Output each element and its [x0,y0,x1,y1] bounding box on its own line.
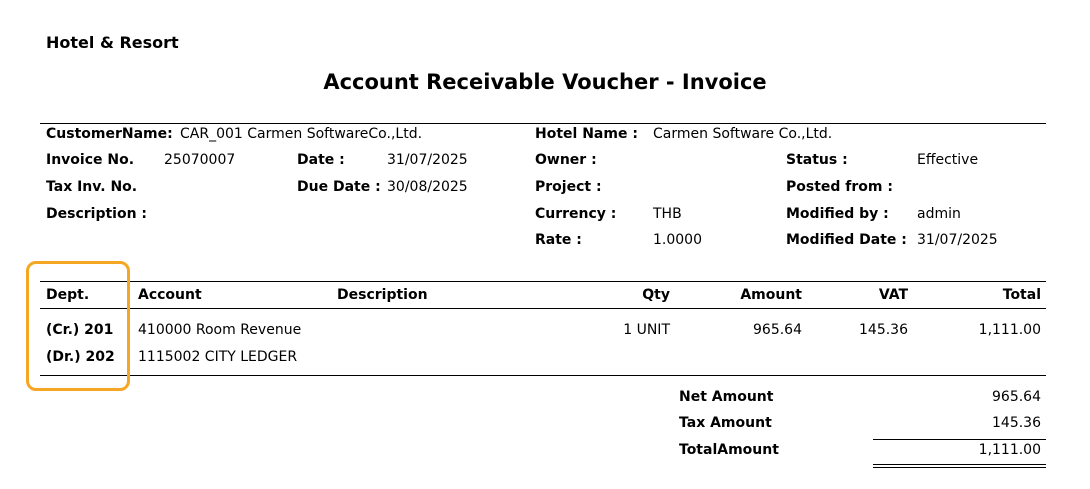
hotel-name-label: Hotel Name : [535,126,638,142]
due-date-value: 30/08/2025 [387,179,468,195]
status-label: Status : [786,152,848,168]
total-amount-value: 1,111.00 [978,442,1041,458]
total-top-rule [873,439,1046,440]
col-total-header: Total [1002,287,1041,303]
modified-by-label: Modified by : [786,206,889,222]
tax-amount-label: Tax Amount [679,415,772,431]
invoice-no-value: 25070007 [164,152,236,168]
customer-name-value: CAR_001 Carmen SoftwareCo.,Ltd. [180,126,423,142]
total-amount-label: TotalAmount [679,442,779,458]
modified-date-label: Modified Date : [786,232,907,248]
row-vat: 145.36 [859,322,908,338]
status-value: Effective [917,152,979,168]
dept-highlight-box [26,261,130,391]
invoice-no-label: Invoice No. [46,152,135,168]
date-value: 31/07/2025 [387,152,468,168]
col-description-header: Description [337,287,428,303]
owner-label: Owner : [535,152,597,168]
table-top-rule [40,281,1046,282]
posted-from-label: Posted from : [786,179,893,195]
modified-date-value: 31/07/2025 [917,232,998,248]
due-date-label: Due Date : [297,179,381,195]
row-amount: 965.64 [753,322,802,338]
row-total: 1,111.00 [978,322,1041,338]
rate-label: Rate : [535,232,582,248]
tax-amount-value: 145.36 [992,415,1041,431]
currency-label: Currency : [535,206,617,222]
total-double-rule-1 [873,464,1046,465]
total-double-rule-2 [873,467,1046,468]
date-label: Date : [297,152,345,168]
rate-value: 1.0000 [653,232,702,248]
description-label: Description : [46,206,148,222]
col-amount-header: Amount [740,287,802,303]
hotel-name-value: Carmen Software Co.,Ltd. [653,126,833,142]
document-title: Account Receivable Voucher - Invoice [323,70,767,94]
org-name: Hotel & Resort [46,33,179,52]
col-vat-header: VAT [878,287,908,303]
row-account: 410000 Room Revenue [138,322,302,338]
currency-value: THB [653,206,682,222]
table-header-rule [40,308,1046,309]
row-account: 1115002 CITY LEDGER [138,349,298,365]
customer-name-label: CustomerName: [46,126,173,142]
header-top-rule [40,123,1046,124]
net-amount-label: Net Amount [679,389,774,405]
net-amount-value: 965.64 [992,389,1041,405]
col-account-header: Account [138,287,202,303]
row-qty: 1 UNIT [623,322,670,338]
table-bottom-rule [40,375,1046,376]
modified-by-value: admin [917,206,961,222]
col-qty-header: Qty [642,287,670,303]
tax-inv-no-label: Tax Inv. No. [46,179,138,195]
project-label: Project : [535,179,602,195]
